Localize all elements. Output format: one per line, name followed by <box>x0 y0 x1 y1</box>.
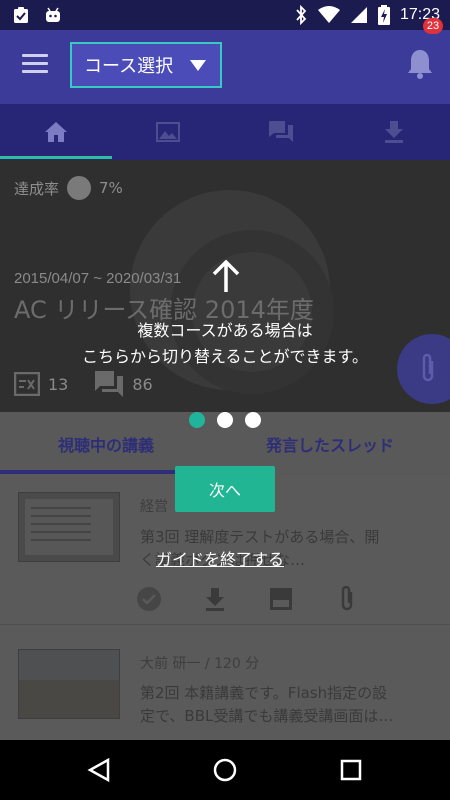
wifi-icon <box>317 6 340 23</box>
main-tab-bar <box>0 104 450 160</box>
page-dot <box>217 412 233 428</box>
lecture-count: 13 <box>48 374 69 394</box>
comment-icon <box>95 371 124 397</box>
lecture-meta: 経営 <box>140 499 168 515</box>
course-select-label: コース選択 <box>84 56 174 77</box>
tab-images[interactable] <box>112 104 224 160</box>
lecture-meta: 大前 研一 / 120 分 <box>140 656 260 672</box>
back-triangle-icon[interactable] <box>86 757 112 783</box>
page-dot <box>245 412 261 428</box>
lecture-thumbnail <box>18 649 120 719</box>
list-item[interactable]: 大前 研一 / 120 分 第2回 本籍講義です。Flash指定の設 定で、BB… <box>0 625 450 740</box>
bluetooth-icon <box>296 5 307 25</box>
bell-icon[interactable] <box>406 48 434 80</box>
tab-watching-lectures[interactable]: 視聴中の講義 <box>58 432 154 456</box>
attachment-icon[interactable] <box>334 585 360 612</box>
home-circle-icon[interactable] <box>212 757 238 783</box>
signal-icon <box>350 7 367 23</box>
guide-message-line2: こちらから切り替えることができます。 <box>82 347 368 366</box>
guide-message: 複数コースがある場合は こちらから切り替えることができます。 <box>0 318 450 370</box>
lecture-title-line1: 第2回 本籍講義です。Flash指定の設 <box>140 684 388 702</box>
rate-value: 7% <box>99 179 123 197</box>
home-icon <box>45 122 67 142</box>
tab-indicator <box>0 156 112 159</box>
tab-download[interactable] <box>338 104 450 160</box>
lecture-list-icon <box>14 372 40 396</box>
page-dot-active <box>189 412 205 428</box>
tab-posted-threads[interactable]: 発言したスレッド <box>266 432 394 456</box>
guide-message-line1: 複数コースがある場合は <box>137 321 313 340</box>
lecture-thumbnail <box>18 492 120 562</box>
forum-icon <box>269 121 293 142</box>
download-icon[interactable] <box>202 586 228 612</box>
app-bar: コース選択 <box>0 30 450 104</box>
course-select-dropdown[interactable]: コース選択 <box>70 42 222 88</box>
notification-badge: 23 <box>423 18 443 34</box>
course-date-range: 2015/04/07 ~ 2020/03/31 <box>14 270 182 287</box>
course-stats: 13 86 <box>14 370 169 398</box>
check-circle-icon[interactable] <box>136 586 162 612</box>
next-button[interactable]: 次へ <box>175 466 275 512</box>
android-icon <box>46 7 60 22</box>
status-bar: 17:23 <box>0 0 450 30</box>
tab-home[interactable] <box>0 104 112 160</box>
download-icon <box>385 121 403 143</box>
tab-forum[interactable] <box>225 104 337 160</box>
dropdown-triangle-icon <box>190 60 206 71</box>
clipboard-check-icon <box>14 7 28 23</box>
system-nav-bar <box>0 740 450 800</box>
test-score-icon[interactable] <box>268 586 294 612</box>
progress-pie-icon <box>67 176 92 200</box>
hamburger-menu-icon[interactable] <box>22 54 48 76</box>
rate-label: 達成率 <box>14 179 60 198</box>
recents-square-icon[interactable] <box>338 757 364 783</box>
end-guide-link[interactable]: ガイドを終了する <box>156 546 284 570</box>
lecture-title-line2: 定で、BBL受講でも講義受講画面は… <box>140 707 394 725</box>
battery-charging-icon <box>377 5 390 25</box>
achievement-rate: 達成率 7% <box>14 176 123 200</box>
lecture-list: 経営 第3回 理解度テストがある場合、開 く講義ボタンは押せな… 大前 研一 /… <box>0 474 450 740</box>
thread-count: 86 <box>132 374 153 394</box>
image-icon <box>156 122 180 142</box>
guide-page-indicator <box>189 412 261 428</box>
arrow-up-icon <box>212 260 240 292</box>
